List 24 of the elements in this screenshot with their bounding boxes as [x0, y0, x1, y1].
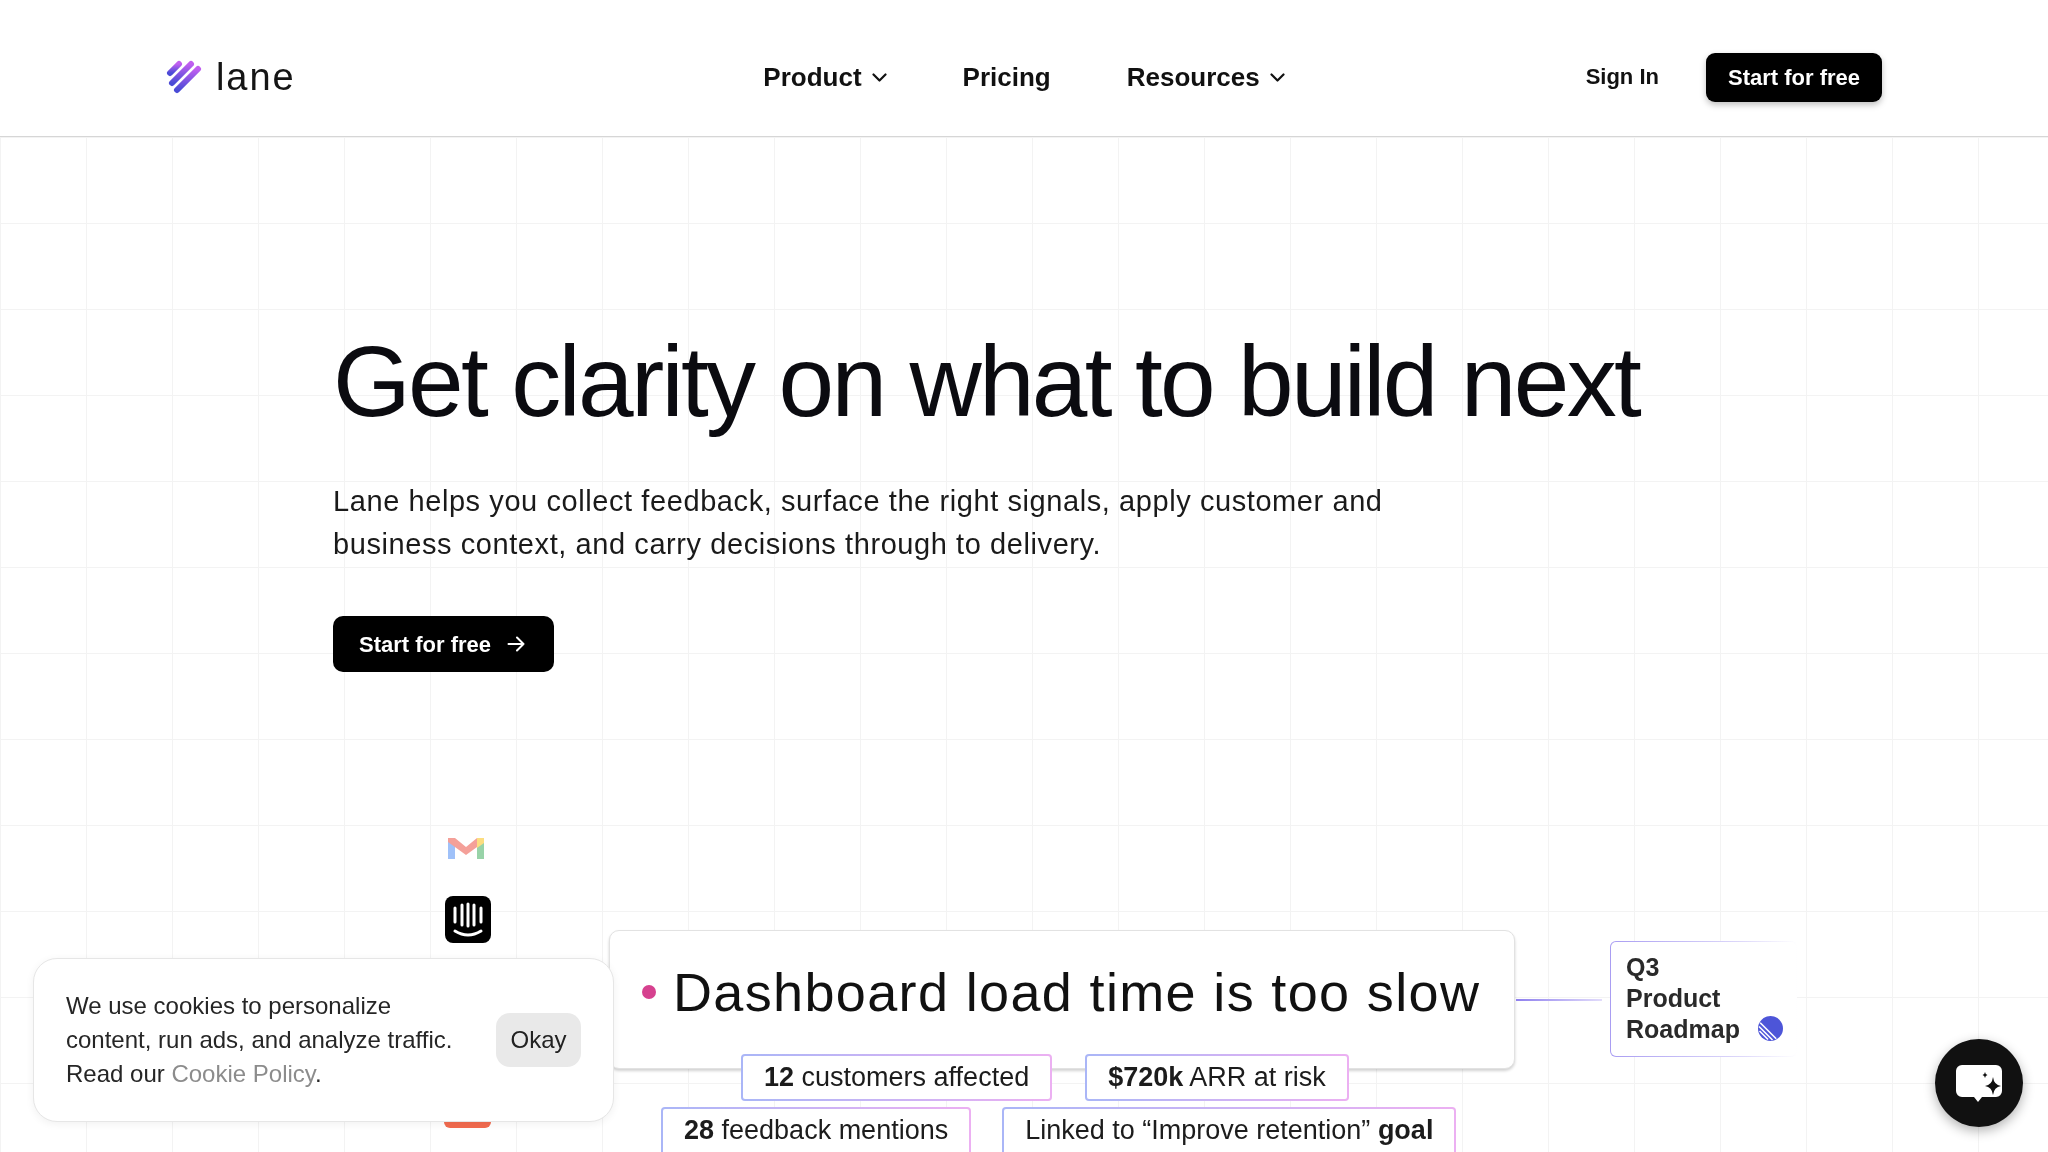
start-free-button[interactable]: Start for free [333, 616, 555, 672]
sign-in-link[interactable]: Sign In [1585, 63, 1659, 91]
hero-heading: Get clarity on what to build next [333, 324, 1640, 439]
start-free-button[interactable]: Start for free [1705, 52, 1882, 102]
arrow-right-icon [507, 636, 526, 652]
roadmap-title: Q3 Product Roadmap [1626, 952, 1741, 1045]
metric-tag: $720k ARR at risk [1085, 1054, 1349, 1101]
nav-link[interactable]: Product [763, 61, 887, 93]
chat-app-icon [445, 896, 491, 943]
hero-description: Lane helps you collect feedback, surface the right signals, apply customer and business context, and carry decisions through to delivery. [333, 484, 1384, 562]
cookie-message: We use cookies to personalize content, run ads, and analyze traffic. Read our Cookie Policy. [66, 991, 454, 1089]
metric-tag: 12 customers affected [741, 1054, 1053, 1101]
chat-button[interactable] [1935, 1039, 2023, 1127]
metric-tag: 28 feedback mentions [661, 1107, 972, 1152]
insight-title: Dashboard load time is too slow [673, 960, 1481, 1024]
okay-button[interactable]: Okay [496, 1013, 581, 1067]
nav-link[interactable]: Resources [1126, 61, 1285, 93]
status-dot-icon [642, 984, 656, 999]
nav-link[interactable]: Pricing [962, 61, 1051, 93]
app-icon [444, 1122, 491, 1128]
striped-circle-icon [1758, 1016, 1783, 1041]
speech-bubble-sparkle-icon [1955, 1063, 2003, 1103]
logo-text[interactable]: lane [216, 58, 296, 96]
metric-tag: Linked to “Improve retention” goal [1002, 1107, 1457, 1152]
